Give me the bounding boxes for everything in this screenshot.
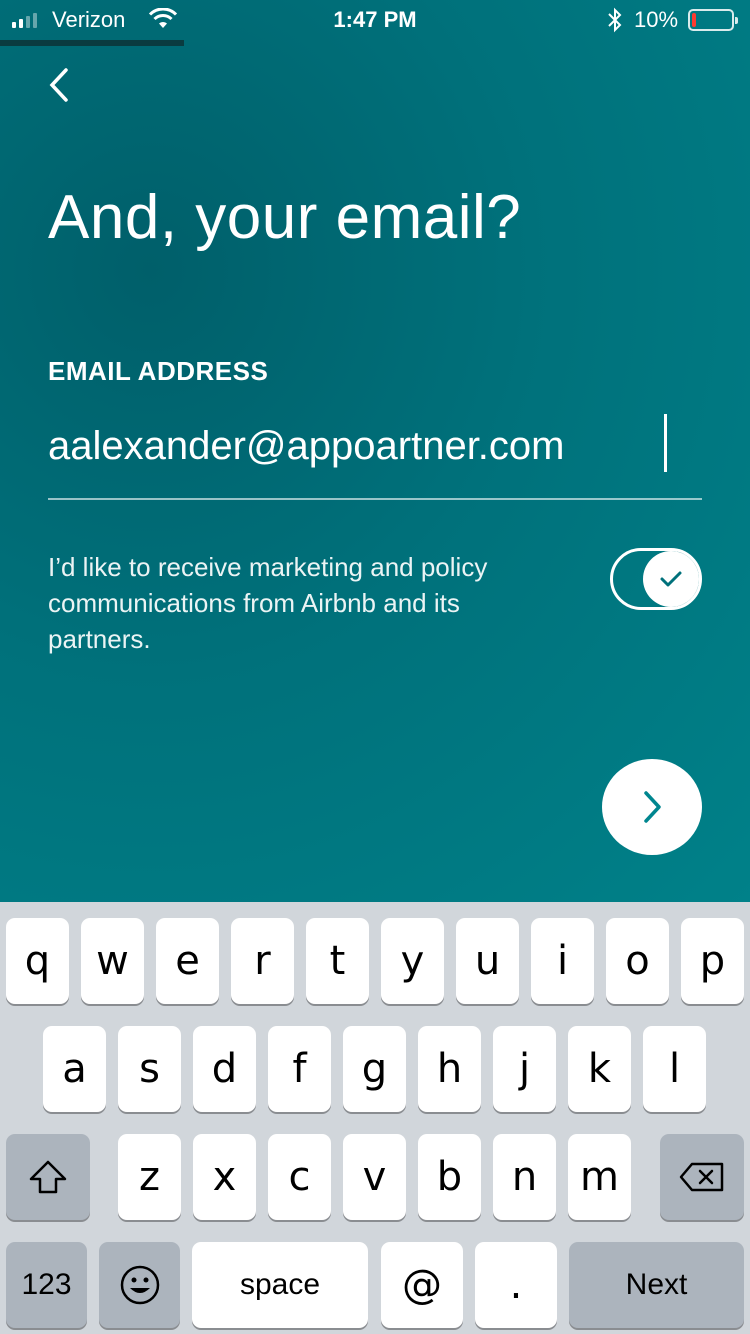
key-s[interactable]: s xyxy=(118,1026,181,1112)
delete-key[interactable] xyxy=(660,1134,744,1220)
at-key[interactable]: @ xyxy=(381,1242,463,1328)
emoji-icon xyxy=(120,1265,159,1305)
key-e[interactable]: e xyxy=(156,918,219,1004)
email-field[interactable] xyxy=(48,416,702,476)
key-x[interactable]: x xyxy=(193,1134,256,1220)
loading-bar xyxy=(0,40,184,46)
app-screen: Verizon 1:47 PM 10% And, your email? EMA… xyxy=(0,0,750,902)
shift-key[interactable] xyxy=(6,1134,90,1220)
delete-icon xyxy=(679,1162,724,1192)
status-bar: Verizon 1:47 PM 10% xyxy=(0,0,750,40)
check-icon xyxy=(660,571,682,587)
marketing-consent-text: I’d like to receive marketing and policy… xyxy=(48,552,488,654)
key-c[interactable]: c xyxy=(268,1134,331,1220)
key-k[interactable]: k xyxy=(568,1026,631,1112)
marketing-toggle[interactable] xyxy=(610,548,702,610)
key-g[interactable]: g xyxy=(343,1026,406,1112)
key-t[interactable]: t xyxy=(306,918,369,1004)
bluetooth-icon xyxy=(608,7,622,33)
battery-icon xyxy=(688,9,738,31)
back-chevron-icon[interactable] xyxy=(40,60,80,110)
toggle-knob xyxy=(643,551,699,607)
keyboard: q w e r t y u i o p a s d f g h j k l z … xyxy=(0,902,750,1334)
key-m[interactable]: m xyxy=(568,1134,631,1220)
battery-percent: 10% xyxy=(634,7,679,32)
key-v[interactable]: v xyxy=(343,1134,406,1220)
key-y[interactable]: y xyxy=(381,918,444,1004)
key-u[interactable]: u xyxy=(456,918,519,1004)
page-title: And, your email? xyxy=(48,183,522,252)
dot-key[interactable]: . xyxy=(475,1242,557,1328)
text-caret xyxy=(664,414,667,472)
key-l[interactable]: l xyxy=(643,1026,706,1112)
key-r[interactable]: r xyxy=(231,918,294,1004)
key-n[interactable]: n xyxy=(493,1134,556,1220)
numbers-key[interactable]: 123 xyxy=(6,1242,87,1328)
email-underline xyxy=(48,498,702,500)
key-h[interactable]: h xyxy=(418,1026,481,1112)
shift-icon xyxy=(29,1160,67,1194)
key-f[interactable]: f xyxy=(268,1026,331,1112)
key-w[interactable]: w xyxy=(81,918,144,1004)
key-o[interactable]: o xyxy=(606,918,669,1004)
next-arrow-icon xyxy=(644,791,661,823)
space-key[interactable]: space xyxy=(192,1242,368,1328)
key-b[interactable]: b xyxy=(418,1134,481,1220)
next-button[interactable] xyxy=(602,759,702,855)
key-z[interactable]: z xyxy=(118,1134,181,1220)
key-d[interactable]: d xyxy=(193,1026,256,1112)
email-field-label: EMAIL ADDRESS xyxy=(48,356,269,386)
next-key[interactable]: Next xyxy=(569,1242,744,1328)
key-i[interactable]: i xyxy=(531,918,594,1004)
battery-level xyxy=(692,13,696,27)
key-p[interactable]: p xyxy=(681,918,744,1004)
key-q[interactable]: q xyxy=(6,918,69,1004)
emoji-key[interactable] xyxy=(99,1242,180,1328)
key-a[interactable]: a xyxy=(43,1026,106,1112)
key-j[interactable]: j xyxy=(493,1026,556,1112)
